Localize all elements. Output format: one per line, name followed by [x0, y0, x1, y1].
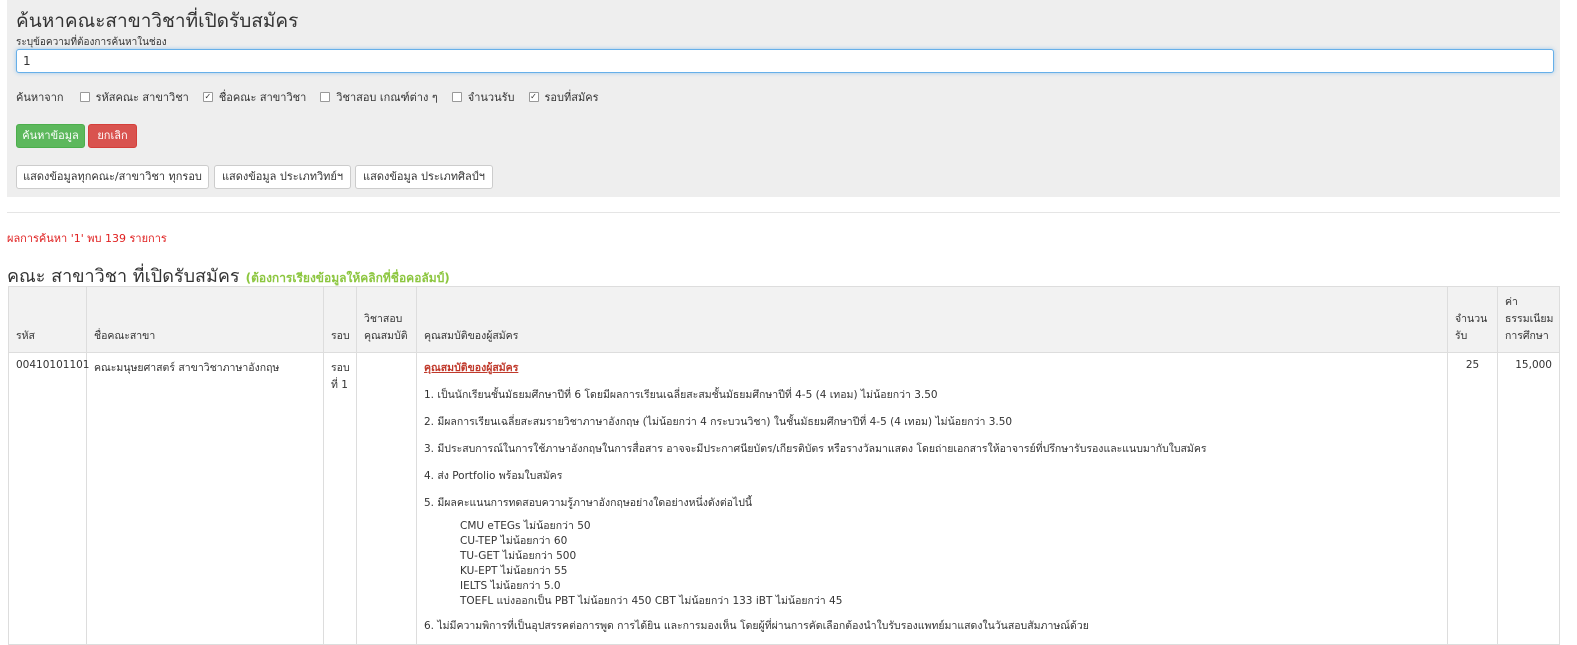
- qualification-item: 5. มีผลคะแนนการทดสอบความรู้ภาษาอังกฤษอย่…: [424, 497, 753, 509]
- checkbox-checked-icon[interactable]: ✓: [202, 92, 213, 102]
- search-hint: ระบุข้อความที่ต้องการค้นหาในช่อง: [16, 37, 167, 48]
- test-score-item: KU-EPT ไม่น้อยกว่า 55: [460, 565, 568, 577]
- search-panel: ค้นหาคณะสาขาวิชาที่เปิดรับสมัคร ระบุข้อค…: [7, 0, 1560, 197]
- checkbox-icon[interactable]: [79, 92, 90, 102]
- col-fee[interactable]: ค่า ธรรมเนียม การศึกษา: [1497, 286, 1560, 353]
- qualification-item: 4. ส่ง Portfolio พร้อมใบสมัคร: [424, 470, 563, 482]
- filter-round-checkbox[interactable]: ✓ รอบที่สมัคร: [528, 88, 599, 106]
- test-score-item: TU-GET ไม่น้อยกว่า 500: [460, 550, 577, 562]
- search-button[interactable]: ค้นหาข้อมูล: [16, 124, 85, 148]
- show-science-button[interactable]: แสดงข้อมูล ประเภทวิทย์ฯ: [214, 165, 351, 189]
- test-score-item: CMU eTEGs ไม่น้อยกว่า 50: [460, 520, 591, 532]
- checkbox-icon[interactable]: [451, 92, 462, 102]
- qualification-title: คุณสมบัติของผู้สมัคร: [424, 362, 519, 374]
- col-exam[interactable]: วิชาสอบ คุณสมบัติ: [356, 286, 417, 353]
- search-input[interactable]: [16, 49, 1554, 73]
- cell-qualification: คุณสมบัติของผู้สมัคร 1. เป็นนักเรียนชั้น…: [416, 352, 1448, 645]
- qualification-item: 6. ไม่มีความพิการที่เป็นอุปสรรคต่อการพูด…: [424, 620, 1089, 632]
- filter-options: ค้นหาจาก รหัสคณะ สาขาวิชา ✓ ชื่อคณะ สาขาว…: [16, 89, 613, 105]
- cell-code: 00410101101: [8, 352, 90, 645]
- checkbox-icon[interactable]: [320, 92, 331, 102]
- filter-name-checkbox[interactable]: ✓ ชื่อคณะ สาขาวิชา: [202, 88, 306, 106]
- sort-note: (ต้องการเรียงข้อมูลให้คลิกที่ชื่อคอลัมป์…: [245, 271, 450, 285]
- divider: [7, 212, 1560, 213]
- col-name[interactable]: ชื่อคณะสาขา: [86, 286, 324, 353]
- test-score-item: CU-TEP ไม่น้อยกว่า 60: [460, 535, 568, 547]
- col-qualification[interactable]: คุณสมบัติของผู้สมัคร: [416, 286, 1448, 353]
- test-score-item: IELTS ไม่น้อยกว่า 5.0: [460, 580, 561, 592]
- cell-name: คณะมนุษยศาสตร์ สาขาวิชาภาษาอังกฤษ: [86, 352, 324, 645]
- test-score-item: TOEFL แบ่งออกเป็น PBT ไม่น้อยกว่า 450 CB…: [460, 595, 843, 607]
- result-count: ผลการค้นหา '1' พบ 139 รายการ: [7, 232, 167, 245]
- filter-label: ค้นหาจาก: [16, 91, 64, 104]
- results-title: คณะ สาขาวิชา ที่เปิดรับสมัคร: [7, 266, 240, 287]
- qualification-item: 3. มีประสบการณ์ในการใช้ภาษาอังกฤษในการสื…: [424, 443, 1207, 455]
- filter-exam-checkbox[interactable]: วิชาสอบ เกณฑ์ต่าง ๆ: [320, 88, 438, 106]
- cell-fee: 15,000: [1497, 352, 1560, 645]
- results-table: รหัส ชื่อคณะสาขา รอบ วิชาสอบ คุณสมบัติ ค…: [8, 286, 1560, 645]
- checkbox-checked-icon[interactable]: ✓: [528, 92, 539, 102]
- show-arts-button[interactable]: แสดงข้อมูล ประเภทศิลป์ฯ: [355, 165, 493, 189]
- qualification-item: 1. เป็นนักเรียนชั้นมัธยมศึกษาปีที่ 6 โดย…: [424, 389, 938, 401]
- col-code[interactable]: รหัส: [8, 286, 87, 353]
- test-score-list: CMU eTEGs ไม่น้อยกว่า 50 CU-TEP ไม่น้อยก…: [460, 519, 1440, 609]
- show-all-button[interactable]: แสดงข้อมูลทุกคณะ/สาขาวิชา ทุกรอบ: [16, 165, 209, 189]
- filter-quota-checkbox[interactable]: จำนวนรับ: [451, 88, 515, 106]
- cancel-button[interactable]: ยกเลิก: [88, 124, 137, 148]
- qualification-item: 2. มีผลการเรียนเฉลี่ยสะสมรายวิชาภาษาอังก…: [424, 416, 1013, 428]
- table-row: 00410101101 คณะมนุษยศาสตร์ สาขาวิชาภาษาอ…: [8, 352, 1560, 645]
- col-round[interactable]: รอบ: [323, 286, 357, 353]
- col-quota[interactable]: จำนวน รับ: [1447, 286, 1498, 353]
- cell-quota: 25: [1447, 352, 1498, 645]
- filter-code-checkbox[interactable]: รหัสคณะ สาขาวิชา: [79, 88, 189, 106]
- cell-exam: [356, 352, 417, 645]
- table-header-row: รหัส ชื่อคณะสาขา รอบ วิชาสอบ คุณสมบัติ ค…: [8, 286, 1560, 353]
- cell-round: รอบ ที่ 1: [323, 352, 357, 645]
- panel-title: ค้นหาคณะสาขาวิชาที่เปิดรับสมัคร: [16, 10, 299, 32]
